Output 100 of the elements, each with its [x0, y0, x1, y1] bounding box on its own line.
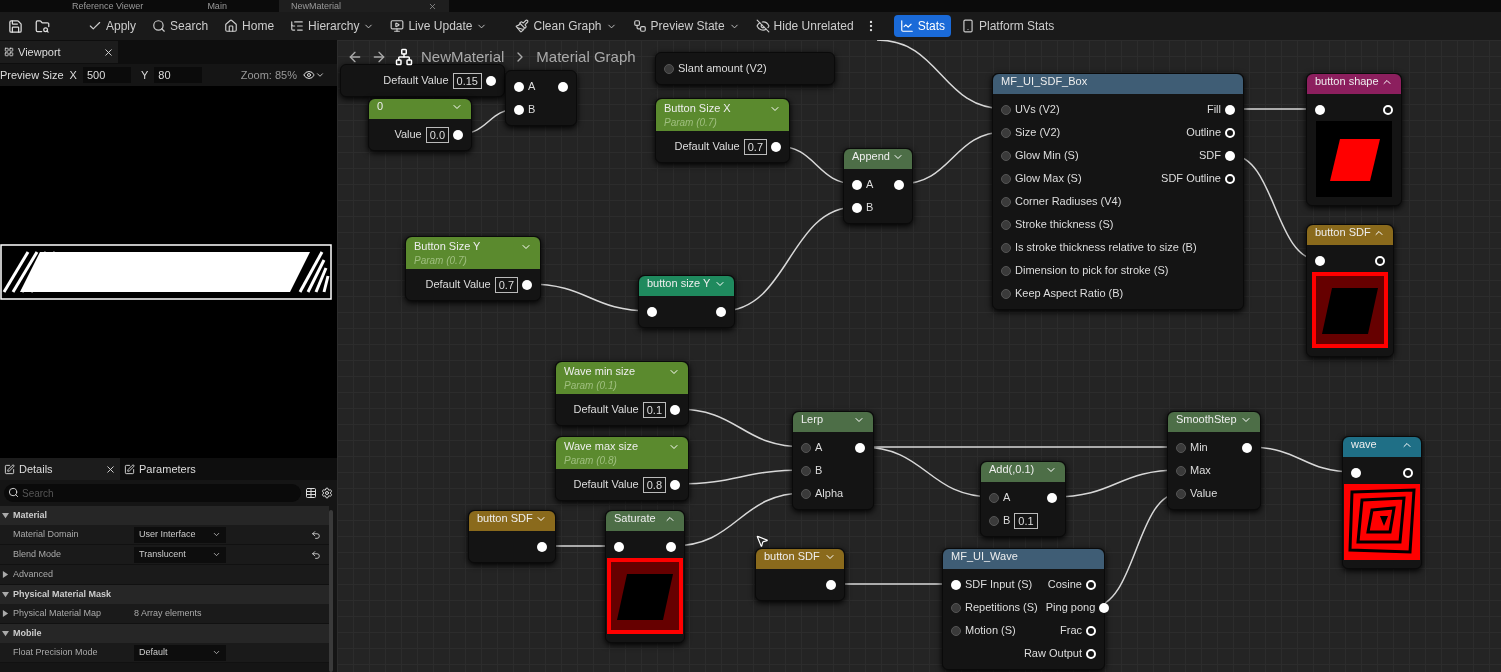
- pin[interactable]: [716, 306, 726, 317]
- pin[interactable]: [486, 75, 496, 86]
- toolbar-button[interactable]: Live Update: [384, 15, 494, 37]
- toolbar-button[interactable]: Platform Stats: [955, 15, 1061, 37]
- section-header[interactable]: Physical Material Mask: [0, 585, 329, 604]
- size-field[interactable]: 500: [82, 66, 131, 84]
- panel-tab[interactable]: Details: [0, 458, 120, 480]
- dropdown[interactable]: Default: [134, 644, 226, 661]
- pin-label: B: [528, 102, 536, 118]
- value-field[interactable]: 0.7: [494, 276, 518, 293]
- document-tab[interactable]: Main: [195, 0, 239, 12]
- pin[interactable]: [951, 579, 961, 590]
- graph-node[interactable]: [992, 73, 1244, 310]
- toolbar-button[interactable]: Hierarchy: [284, 15, 381, 37]
- graph-node[interactable]: Default Value 0.15: [340, 64, 505, 97]
- caret-icon[interactable]: [2, 591, 9, 598]
- pin[interactable]: [522, 279, 532, 290]
- pin[interactable]: [1099, 602, 1110, 613]
- graph-canvas[interactable]: [337, 40, 1501, 672]
- toolbar-button[interactable]: Hide Unrelated: [749, 15, 860, 37]
- pin[interactable]: [1225, 150, 1235, 161]
- close-icon[interactable]: [103, 46, 114, 58]
- pin[interactable]: [771, 141, 781, 152]
- section-header[interactable]: Mobile: [0, 624, 329, 643]
- value-field[interactable]: 0.15: [452, 72, 482, 89]
- settings-icon[interactable]: [321, 487, 333, 499]
- pin[interactable]: [852, 202, 862, 213]
- caret-icon[interactable]: [2, 610, 9, 617]
- pin[interactable]: [826, 579, 836, 590]
- pin[interactable]: [894, 179, 904, 190]
- pin[interactable]: [1225, 104, 1235, 115]
- toolbar-button[interactable]: Search: [146, 15, 215, 37]
- caret-icon[interactable]: [2, 630, 9, 637]
- property-label: Physical Material Map: [13, 606, 102, 620]
- toolbar-button[interactable]: Preview State: [626, 15, 746, 37]
- view-options-button[interactable]: [303, 69, 325, 81]
- document-tab[interactable]: Reference Viewer: [60, 0, 156, 12]
- section-header[interactable]: Material: [0, 506, 329, 525]
- close-icon[interactable]: [105, 463, 116, 475]
- pin[interactable]: [558, 81, 568, 92]
- graph-node[interactable]: Button Size Y Param (0.7) Default Value 0.7: [405, 236, 541, 301]
- brush-icon: [515, 19, 530, 33]
- value-field[interactable]: 0.8: [642, 476, 666, 493]
- monitor-play-icon: [390, 19, 405, 33]
- graph-node[interactable]: Wave min size Param (0.1) Default Value 0.1: [555, 361, 689, 426]
- pin[interactable]: [670, 479, 680, 490]
- toolbar-button[interactable]: Stats: [893, 15, 951, 37]
- graph-node[interactable]: Append A B: [843, 148, 913, 224]
- reset-icon[interactable]: [311, 529, 321, 540]
- graph-node[interactable]: button SDF: [1306, 224, 1394, 357]
- pin[interactable]: [666, 541, 676, 552]
- table-icon[interactable]: [305, 487, 317, 499]
- graph-node[interactable]: Saturate: [605, 510, 685, 643]
- graph-node[interactable]: Slant amount (V2): [655, 52, 835, 85]
- value-field[interactable]: 0.7: [743, 138, 767, 155]
- pin[interactable]: [453, 129, 463, 140]
- graph-node[interactable]: Add(,0.1) A B 0.1: [980, 461, 1066, 537]
- graph-node[interactable]: wave: [1342, 436, 1422, 569]
- pin[interactable]: [1315, 104, 1325, 115]
- pin[interactable]: [852, 179, 862, 190]
- graph-node[interactable]: 0 Value 0.0: [368, 98, 472, 151]
- edit-icon: [124, 463, 135, 475]
- graph-node[interactable]: Lerp A B Alpha: [792, 411, 874, 510]
- value-field[interactable]: 0.1: [1014, 512, 1038, 529]
- pin[interactable]: [1315, 255, 1325, 266]
- panel-tab[interactable]: Parameters: [120, 458, 240, 480]
- graph-node[interactable]: button shape: [1306, 73, 1402, 206]
- pin[interactable]: [855, 442, 865, 453]
- document-tab[interactable]: NewMaterial: [278, 0, 449, 12]
- graph-node[interactable]: A B: [505, 70, 577, 126]
- pin[interactable]: [647, 306, 657, 317]
- toolbar-button[interactable]: Clean Graph: [509, 15, 623, 37]
- graph-node[interactable]: Button Size X Param (0.7) Default Value 0.7: [655, 98, 790, 163]
- value-field[interactable]: 0.1: [642, 401, 666, 418]
- reset-icon[interactable]: [311, 549, 321, 560]
- pin[interactable]: [1047, 492, 1057, 503]
- pin[interactable]: [1351, 467, 1361, 478]
- pin[interactable]: [514, 81, 524, 92]
- dropdown[interactable]: Translucent: [134, 546, 226, 563]
- pin[interactable]: [614, 541, 624, 552]
- pin[interactable]: [537, 541, 547, 552]
- caret-icon[interactable]: [2, 512, 9, 519]
- pin[interactable]: [1242, 442, 1252, 453]
- graph-node[interactable]: button SDF: [468, 510, 556, 563]
- toolbar-button[interactable]: Home: [218, 15, 281, 37]
- graph-node[interactable]: Wave max size Param (0.8) Default Value 0.8: [555, 436, 689, 501]
- graph-node[interactable]: SmoothStep Min Max Value: [1167, 411, 1261, 510]
- pin[interactable]: [514, 104, 524, 115]
- node-title: Button Size X: [664, 101, 731, 116]
- pin[interactable]: [670, 404, 680, 415]
- dropdown[interactable]: User Interface: [134, 526, 226, 543]
- panel-tab[interactable]: Viewport: [0, 41, 118, 63]
- value-field[interactable]: 0.0: [425, 126, 449, 143]
- search-field[interactable]: Search: [4, 484, 301, 502]
- toolbar-button[interactable]: Apply: [82, 15, 143, 37]
- caret-icon[interactable]: [2, 571, 9, 578]
- graph-node[interactable]: button size Y: [638, 275, 735, 328]
- graph-node[interactable]: button SDF: [755, 548, 845, 601]
- size-field[interactable]: 80: [154, 66, 203, 84]
- breadcrumb-link[interactable]: Material Graph: [536, 46, 636, 69]
